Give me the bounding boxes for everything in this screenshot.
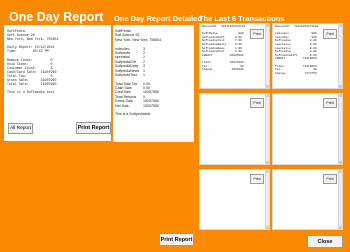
print-transaction-6-button[interactable]: Print	[323, 174, 337, 184]
print-transaction-4-button[interactable]: Print	[323, 98, 337, 108]
detail-report-panel: SoftPedia Soft Avenue 26 New York, New Y…	[113, 25, 194, 142]
transaction-box-3: Print	[199, 93, 270, 165]
close-button[interactable]: Close	[307, 235, 343, 248]
print-transaction-1-button[interactable]: Print	[250, 29, 264, 39]
transaction-box-2: Receipt#: 12216262271282 videodev 999 vi…	[272, 23, 343, 89]
scrollbar[interactable]	[265, 170, 269, 229]
scrollbar[interactable]	[265, 94, 269, 164]
print-report-button[interactable]: Print Report	[76, 122, 111, 134]
detail-footer: This is a Softpediatest	[115, 112, 151, 117]
receipt-line: Change: 7373750	[275, 71, 317, 75]
transaction-box-1: Receipt#: 12216262271282 SoftPedia 999 S…	[199, 23, 270, 89]
scrollbar[interactable]	[338, 170, 342, 229]
receipt-line: Change: 4602486	[202, 68, 244, 72]
scrollbar[interactable]	[338, 94, 342, 164]
detail-title: One Day Report Detailed	[114, 14, 202, 23]
transaction-box-4: Print	[272, 93, 343, 165]
transactions-title: The Last 6 Transactions	[199, 14, 285, 23]
print-transaction-2-button[interactable]: Print	[323, 29, 337, 39]
print-transaction-3-button[interactable]: Print	[250, 98, 264, 108]
scrollbar[interactable]	[265, 24, 269, 88]
print-transaction-5-button[interactable]: Print	[250, 174, 264, 184]
transaction-box-5: Print	[199, 169, 270, 230]
print-report-bottom-button[interactable]: Print Report	[159, 233, 194, 246]
scrollbar[interactable]	[338, 24, 342, 88]
app-title: One Day Report	[9, 10, 104, 24]
report-line: This is a Softpedia test	[7, 90, 55, 95]
all-report-button[interactable]: All Report	[8, 123, 33, 134]
transaction-box-6: Print	[272, 169, 343, 230]
